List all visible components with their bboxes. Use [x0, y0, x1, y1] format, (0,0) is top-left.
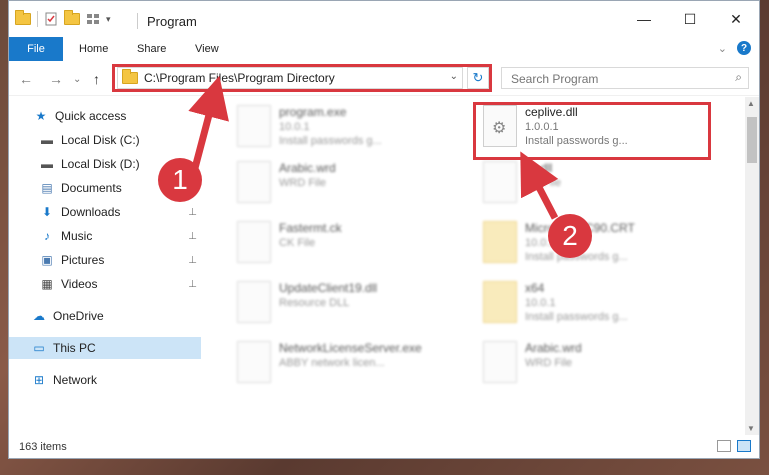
arrow-to-file [520, 151, 559, 220]
arrow-to-address [188, 75, 229, 169]
callout-2: 2 [548, 214, 592, 258]
callout-1: 1 [158, 158, 202, 202]
annotation-arrows [188, 75, 559, 220]
